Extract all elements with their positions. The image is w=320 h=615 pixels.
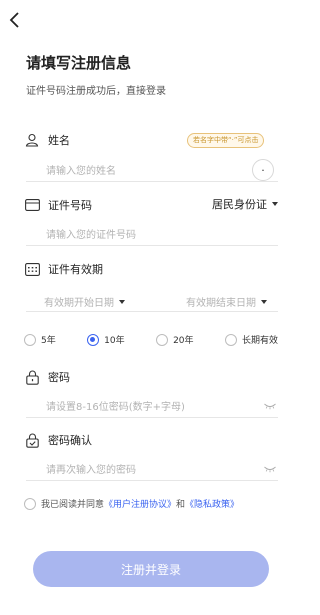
start-date-select[interactable]: 有效期开始日期: [44, 294, 125, 309]
option-label: 10年: [104, 336, 125, 346]
name-label: 姓名: [48, 134, 70, 147]
document-type-value: 居民身份证: [212, 198, 267, 211]
id-number-placeholder: 请输入您的证件号码: [46, 230, 136, 241]
password-placeholder: 请设置8-16位密码(数字+字母): [46, 402, 185, 413]
back-button[interactable]: [6, 10, 26, 30]
lock-icon: [24, 369, 40, 385]
register-login-button[interactable]: 注册并登录: [33, 551, 269, 587]
caret-down-icon: [272, 202, 278, 206]
radio-icon: [156, 333, 169, 346]
confirm-label-row: 密码确认: [24, 429, 278, 451]
password-label: 密码: [48, 371, 70, 384]
option-label: 5年: [41, 336, 56, 346]
option-10-years[interactable]: 10年: [87, 333, 125, 346]
option-label: 长期有效: [241, 336, 278, 346]
caret-down-icon: [119, 299, 125, 304]
agreement-and: 和: [176, 500, 186, 510]
option-5-years[interactable]: 5年: [24, 333, 56, 346]
insert-dot-button[interactable]: ·: [252, 159, 274, 181]
agreement-row: 我已阅读并同意 《用户注册协议》 和 《隐私政策》: [24, 497, 239, 510]
user-agreement-link[interactable]: 《用户注册协议》: [104, 497, 176, 510]
dot-hint-badge: 若名字中带“·”可点击: [187, 133, 265, 148]
password-label-row: 密码: [24, 366, 278, 388]
page-subtitle: 证件号码注册成功后，直接登录: [26, 86, 166, 97]
eye-closed-icon[interactable]: [264, 465, 276, 473]
id-label: 证件号码: [48, 199, 92, 212]
name-field[interactable]: 请输入您的姓名: [26, 158, 278, 182]
option-20-years[interactable]: 20年: [156, 333, 194, 346]
name-placeholder: 请输入您的姓名: [46, 166, 116, 177]
eye-closed-icon[interactable]: [264, 402, 276, 410]
id-card-icon: [24, 197, 40, 213]
radio-icon: [24, 333, 36, 346]
option-label: 20年: [173, 336, 194, 346]
calendar-icon: [24, 261, 40, 277]
privacy-policy-link[interactable]: 《隐私政策》: [185, 497, 239, 510]
option-long-term[interactable]: 长期有效: [224, 333, 278, 346]
document-type-select[interactable]: 居民身份证: [212, 196, 278, 212]
radio-selected-icon: [87, 333, 100, 346]
validity-label: 证件有效期: [48, 263, 103, 276]
end-date-select[interactable]: 有效期结束日期: [186, 294, 267, 309]
confirm-label: 密码确认: [48, 434, 92, 447]
caret-down-icon: [261, 299, 267, 304]
agreement-prefix: 我已阅读并同意: [41, 500, 105, 510]
page-title: 请填写注册信息: [26, 54, 132, 72]
password-field[interactable]: 请设置8-16位密码(数字+字母): [26, 394, 278, 418]
end-date-placeholder: 有效期结束日期: [186, 298, 256, 309]
chevron-left-icon: [9, 12, 19, 28]
person-icon: [24, 132, 40, 148]
confirm-password-field[interactable]: 请再次输入您的密码: [26, 457, 278, 481]
agreement-checkbox[interactable]: [24, 497, 36, 510]
lock-check-icon: [24, 432, 40, 448]
radio-icon: [224, 333, 237, 346]
validity-options: 5年 10年 20年 长期有效: [24, 333, 278, 346]
confirm-placeholder: 请再次输入您的密码: [46, 465, 136, 476]
validity-label-row: 证件有效期: [24, 258, 278, 280]
id-number-field[interactable]: 请输入您的证件号码: [26, 222, 278, 246]
start-date-placeholder: 有效期开始日期: [44, 298, 114, 309]
